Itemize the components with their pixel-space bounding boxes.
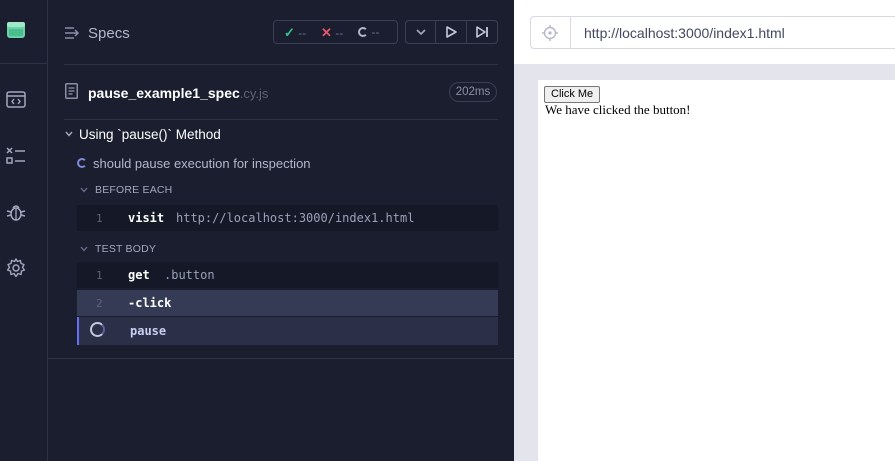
command-arg: http://localhost:3000/index1.html: [176, 211, 415, 225]
specs-title[interactable]: Specs: [88, 25, 130, 42]
hook-title-before-each[interactable]: BEFORE EACH: [95, 184, 172, 196]
url-text[interactable]: http://localhost:3000/index1.html: [584, 25, 785, 41]
pending-icon: [358, 27, 368, 37]
test-running-icon: [77, 158, 87, 168]
aut-panel: http://localhost:3000/index1.html Click …: [514, 0, 895, 461]
gear-icon[interactable]: [5, 257, 27, 279]
next-step-button[interactable]: [467, 20, 498, 44]
chevron-down-icon[interactable]: [80, 246, 88, 252]
command-arg: .button: [164, 268, 215, 282]
command-name: -click: [128, 296, 172, 310]
nav-rail: [0, 0, 48, 461]
command-row[interactable]: 1 visit http://localhost:3000/index1.htm…: [77, 205, 498, 231]
chevron-down-icon[interactable]: [65, 131, 73, 137]
run-stats: ✓ -- ✕ -- --: [273, 20, 398, 44]
command-name: visit: [128, 211, 165, 225]
header-divider: [64, 64, 498, 65]
reporter-panel: Specs ✓ -- ✕ -- -- pause_example1_spec.c…: [48, 0, 514, 461]
check-icon: ✓: [284, 25, 295, 40]
spec-file-extension: .cy.js: [239, 86, 269, 101]
specs-list-icon[interactable]: [5, 145, 27, 167]
command-name: get: [128, 268, 150, 282]
spec-file-basename: pause_example1_spec: [88, 85, 240, 101]
clicked-message: We have clicked the button!: [545, 102, 691, 117]
toggle-auto-scroll-button[interactable]: [405, 20, 436, 44]
play-icon: [446, 26, 457, 38]
passed-value: --: [298, 26, 307, 40]
chevron-down-icon: [416, 29, 426, 36]
command-row[interactable]: 1 get .button: [77, 262, 498, 288]
command-number: 1: [96, 269, 103, 282]
command-name: pause: [130, 324, 167, 338]
aut-viewport: Click Me We have clicked the button!: [538, 80, 895, 461]
next-icon: [476, 26, 488, 38]
file-icon: [65, 83, 78, 99]
resume-button[interactable]: [436, 20, 467, 44]
suite-title[interactable]: Using `pause()` Method: [79, 127, 221, 142]
command-row[interactable]: 2 -click: [77, 290, 498, 316]
failed-count: ✕ --: [321, 25, 343, 41]
pending-count: --: [358, 25, 379, 39]
test-title[interactable]: should pause execution for inspection: [93, 156, 311, 171]
click-me-button[interactable]: Click Me: [544, 86, 601, 103]
nav-divider: [0, 63, 48, 64]
url-field[interactable]: http://localhost:3000/index1.html: [530, 16, 895, 49]
specs-menu-icon[interactable]: [65, 26, 81, 40]
command-number: 2: [96, 297, 103, 310]
file-divider: [64, 119, 498, 120]
command-number: 1: [96, 212, 103, 225]
duration-badge: 202ms: [449, 82, 497, 102]
pending-spinner-icon: [90, 322, 105, 337]
selector-playground-icon[interactable]: [542, 25, 558, 41]
failed-value: --: [335, 26, 344, 40]
cross-icon: ✕: [321, 25, 332, 40]
hook-title-test-body[interactable]: TEST BODY: [95, 243, 156, 255]
code-icon[interactable]: [5, 89, 27, 111]
spec-file-name[interactable]: pause_example1_spec.cy.js: [88, 85, 268, 101]
pending-value: --: [371, 25, 380, 39]
chevron-down-icon[interactable]: [80, 187, 88, 193]
passed-count: ✓ --: [284, 25, 306, 41]
aut-header: http://localhost:3000/index1.html: [514, 0, 895, 64]
bug-icon[interactable]: [5, 201, 27, 223]
reporter-header: Specs ✓ -- ✕ -- --: [48, 0, 514, 64]
url-divider: [570, 17, 571, 48]
cypress-logo-icon[interactable]: [6, 20, 26, 40]
command-row-pending[interactable]: pause: [77, 317, 498, 345]
reporter-bottom-divider: [48, 358, 514, 359]
